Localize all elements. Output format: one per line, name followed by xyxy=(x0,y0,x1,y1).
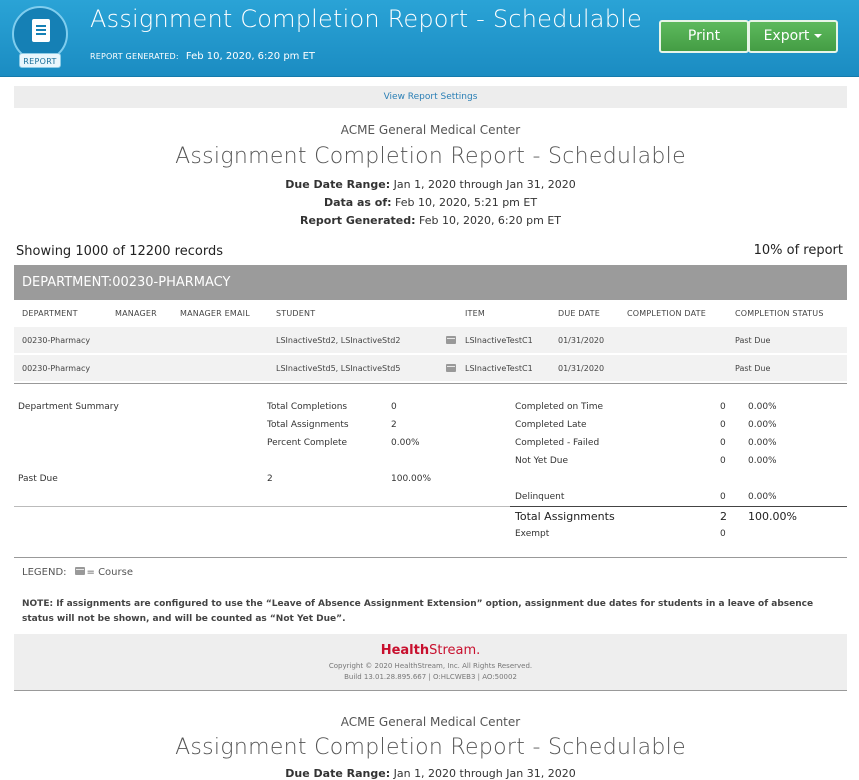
page-title: Assignment Completion Report - Schedulab… xyxy=(90,5,642,33)
book-icon xyxy=(446,364,456,372)
logo-rest: Stream. xyxy=(429,643,481,658)
report-tag: REPORT xyxy=(19,53,61,68)
col-completion-date: COMPLETION DATE xyxy=(627,309,707,318)
report-generated: Report Generated: Feb 10, 2020, 6:20 pm … xyxy=(14,214,847,227)
total-assignments-label: Total Assignments xyxy=(267,420,349,430)
cell-student: LSInactiveStd5, LSInactiveStd5 xyxy=(276,364,401,373)
col-manager-email: MANAGER EMAIL xyxy=(180,309,250,318)
completed-late-label: Completed Late xyxy=(515,420,587,430)
completed-failed-pct: 0.00% xyxy=(748,438,777,448)
legend-label: LEGEND: xyxy=(22,567,67,578)
percent-of-report: 10% of report xyxy=(753,243,843,258)
delinquent-label: Delinquent xyxy=(515,492,565,502)
not-yet-due-pct: 0.00% xyxy=(748,456,777,466)
due-date-range-2: Due Date Range: Jan 1, 2020 through Jan … xyxy=(14,767,847,780)
view-report-settings-link[interactable]: View Report Settings xyxy=(14,86,847,108)
total-assignments-footer-label: Total Assignments xyxy=(515,510,615,523)
due-date-range-value-2: Jan 1, 2020 through Jan 31, 2020 xyxy=(393,767,576,780)
footer: HealthStream. Copyright © 2020 HealthStr… xyxy=(14,634,847,691)
report-generated-value: Feb 10, 2020, 6:20 pm ET xyxy=(185,51,316,62)
data-as-of: Data as of: Feb 10, 2020, 5:21 pm ET xyxy=(14,196,847,209)
legend: LEGEND: = Course xyxy=(22,567,133,578)
total-divider xyxy=(510,506,847,507)
app-header: REPORT Assignment Completion Report - Sc… xyxy=(0,0,859,77)
caret-down-icon xyxy=(814,34,823,38)
report-generated-label: REPORT GENERATED: xyxy=(90,52,179,61)
past-due-label: Past Due xyxy=(18,474,58,484)
cell-item: LSInactiveTestC1 xyxy=(465,336,533,345)
table-header: DEPARTMENT MANAGER MANAGER EMAIL STUDENT… xyxy=(14,300,847,326)
cell-status: Past Due xyxy=(735,364,771,373)
org-name-2: ACME General Medical Center xyxy=(340,715,521,729)
completed-on-time-pct: 0.00% xyxy=(748,402,777,412)
report-generated-line: REPORT GENERATED: Feb 10, 2020, 6:20 pm … xyxy=(90,51,315,62)
export-button[interactable]: Export xyxy=(748,20,838,53)
report-title: Assignment Completion Report - Schedulab… xyxy=(175,144,686,169)
build-info: Build 13.01.28.895.667 | O:HLCWEB3 | AO:… xyxy=(344,673,517,681)
legend-course-text: = Course xyxy=(86,567,133,578)
department-header: DEPARTMENT:00230-PHARMACY xyxy=(14,265,847,300)
cell-department: 00230-Pharmacy xyxy=(22,364,91,373)
logo-bold: Health xyxy=(380,643,430,658)
due-date-range: Due Date Range: Jan 1, 2020 through Jan … xyxy=(14,178,847,191)
divider xyxy=(14,557,847,558)
record-count: Showing 1000 of 12200 records xyxy=(16,244,223,259)
total-completions-value: 0 xyxy=(391,402,397,412)
healthstream-logo: HealthStream. xyxy=(14,643,847,658)
book-icon xyxy=(74,567,85,575)
book-icon xyxy=(446,336,456,344)
report-title-2: Assignment Completion Report - Schedulab… xyxy=(175,735,686,760)
exempt-label: Exempt xyxy=(515,529,550,539)
divider xyxy=(14,383,847,384)
total-completions-label: Total Completions xyxy=(267,402,348,412)
cell-department: 00230-Pharmacy xyxy=(22,336,91,345)
dept-summary-label: Department Summary xyxy=(18,402,119,412)
past-due-count: 2 xyxy=(267,474,273,484)
col-completion-status: COMPLETION STATUS xyxy=(735,309,824,318)
export-label: Export xyxy=(763,28,810,44)
cell-status: Past Due xyxy=(735,336,771,345)
report-generated-label2: Report Generated: xyxy=(299,214,416,227)
org-name: ACME General Medical Center xyxy=(340,123,521,137)
data-as-of-value: Feb 10, 2020, 5:21 pm ET xyxy=(395,196,538,209)
col-department: DEPARTMENT xyxy=(22,309,78,318)
table-row: 00230-Pharmacy LSInactiveStd5, LSInactiv… xyxy=(14,355,847,381)
past-due-pct: 100.00% xyxy=(391,474,432,484)
completed-failed-count: 0 xyxy=(720,438,726,448)
delinquent-pct: 0.00% xyxy=(748,492,777,502)
completed-late-pct: 0.00% xyxy=(748,420,777,430)
col-due-date: DUE DATE xyxy=(558,309,601,318)
percent-complete-value: 0.00% xyxy=(391,438,420,448)
percent-complete-label: Percent Complete xyxy=(267,438,348,448)
table-row: 00230-Pharmacy LSInactiveStd2, LSInactiv… xyxy=(14,327,847,353)
completed-late-count: 0 xyxy=(720,420,726,430)
col-item: ITEM xyxy=(465,309,486,318)
cell-student: LSInactiveStd2, LSInactiveStd2 xyxy=(276,336,401,345)
completed-failed-label: Completed - Failed xyxy=(515,438,600,448)
total-assignments-value: 2 xyxy=(391,420,397,430)
print-button[interactable]: Print xyxy=(659,20,749,53)
document-icon xyxy=(32,19,50,42)
cell-item: LSInactiveTestC1 xyxy=(465,364,533,373)
total-assignments-footer-count: 2 xyxy=(720,510,727,523)
cell-due-date: 01/31/2020 xyxy=(558,364,605,373)
due-date-range-value: Jan 1, 2020 through Jan 31, 2020 xyxy=(393,178,576,191)
not-yet-due-label: Not Yet Due xyxy=(515,456,569,466)
note-text: NOTE: If assignments are configured to u… xyxy=(22,599,814,624)
copyright: Copyright © 2020 HealthStream, Inc. All … xyxy=(328,662,533,670)
completed-on-time-label: Completed on Time xyxy=(515,402,604,412)
delinquent-count: 0 xyxy=(720,492,726,502)
col-student: STUDENT xyxy=(276,309,316,318)
cell-due-date: 01/31/2020 xyxy=(558,336,605,345)
col-manager: MANAGER xyxy=(115,309,157,318)
completed-on-time-count: 0 xyxy=(720,402,726,412)
exempt-count: 0 xyxy=(720,529,726,539)
report-generated-value2: Feb 10, 2020, 6:20 pm ET xyxy=(418,214,561,227)
due-date-range-label: Due Date Range: xyxy=(285,178,391,191)
due-date-range-label-2: Due Date Range: xyxy=(285,767,391,780)
total-assignments-footer-pct: 100.00% xyxy=(748,510,797,523)
data-as-of-label: Data as of: xyxy=(323,196,392,209)
not-yet-due-count: 0 xyxy=(720,456,726,466)
